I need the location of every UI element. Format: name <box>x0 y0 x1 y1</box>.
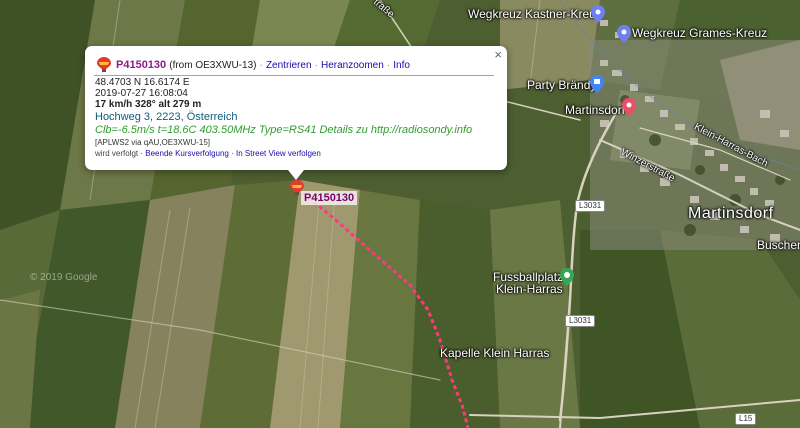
place-label-wegkreuz-grames: Wegkreuz Grames-Kreuz <box>632 26 768 40</box>
place-pin-icon[interactable] <box>591 5 605 23</box>
town-label-martinsdorf: Martinsdorf <box>688 205 774 222</box>
separator: · <box>314 60 318 71</box>
info-window-body: 48.4703 N 16.6174 E 2019-07-27 16:08:04 … <box>95 77 472 160</box>
zoom-in-link[interactable]: Heranzoomen <box>321 60 384 71</box>
place-label-party-brandy: Party Brändy <box>527 78 597 92</box>
place-pin-icon[interactable] <box>617 25 631 43</box>
separator: · <box>259 60 263 71</box>
balloon-icon <box>97 57 111 72</box>
info-window-tail <box>288 170 304 180</box>
separator: · <box>231 149 234 158</box>
comment: Clb=-6.5m/s t=18.6C 403.50MHz Type=RS41 … <box>95 124 473 136</box>
close-icon[interactable]: × <box>494 47 502 62</box>
satellite-map[interactable]: Wegkreuz Kastner-Kreuz Wegkreuz Grames-K… <box>0 0 800 428</box>
place-label-martinsdorf-poi: Martinsdorf <box>565 103 626 117</box>
speed-course-altitude: 17 km/h 328° alt 279 m <box>95 99 202 110</box>
separator: · <box>386 60 391 71</box>
info-from: (from OE3XWU-13) <box>169 60 257 71</box>
coordinates: 48.4703 N 16.6174 E <box>95 77 190 88</box>
info-window-header: P4150130 (from OE3XWU-13) · Zentrieren ·… <box>94 56 494 76</box>
info-window: × P4150130 (from OE3XWU-13) · Zentrieren… <box>85 46 507 180</box>
tracking-footer: wird verfolgt · Beende Kursverfolgung · … <box>95 148 472 160</box>
road-shield-l15: L15 <box>735 413 757 425</box>
timestamp: 2019-07-27 16:08:04 <box>95 88 188 99</box>
place-label-fussballplatz-2: Klein-Harras <box>496 282 563 296</box>
packet-path: [APLWS2 via qAU,OE3XWU-15] <box>95 138 210 147</box>
place-label-buschens: Buschens <box>757 238 800 252</box>
street-view-link[interactable]: In Street View verfolgen <box>236 149 321 158</box>
stop-tracking-link[interactable]: Beende Kursverfolgung <box>145 149 229 158</box>
marker-callsign-label[interactable]: P4150130 <box>301 191 358 205</box>
town-pin-icon[interactable] <box>622 98 636 116</box>
map-copyright: © 2019 Google <box>30 272 98 283</box>
road-shield-l3031: L3031 <box>565 315 596 327</box>
address: Hochweg 3, 2223, Österreich <box>95 111 238 123</box>
center-link[interactable]: Zentrieren <box>266 60 312 71</box>
separator: · <box>140 149 144 158</box>
sports-pin-icon[interactable] <box>560 268 574 286</box>
place-label-kapelle: Kapelle Klein Harras <box>440 346 550 360</box>
road-shield-l3031: L3031 <box>575 200 606 212</box>
place-label-wegkreuz-kastner: Wegkreuz Kastner-Kreuz <box>468 7 602 21</box>
tracked-status: wird verfolgt <box>95 149 139 158</box>
info-callsign[interactable]: P4150130 <box>116 59 166 71</box>
info-link[interactable]: Info <box>393 60 410 71</box>
shopping-pin-icon[interactable] <box>590 75 604 93</box>
